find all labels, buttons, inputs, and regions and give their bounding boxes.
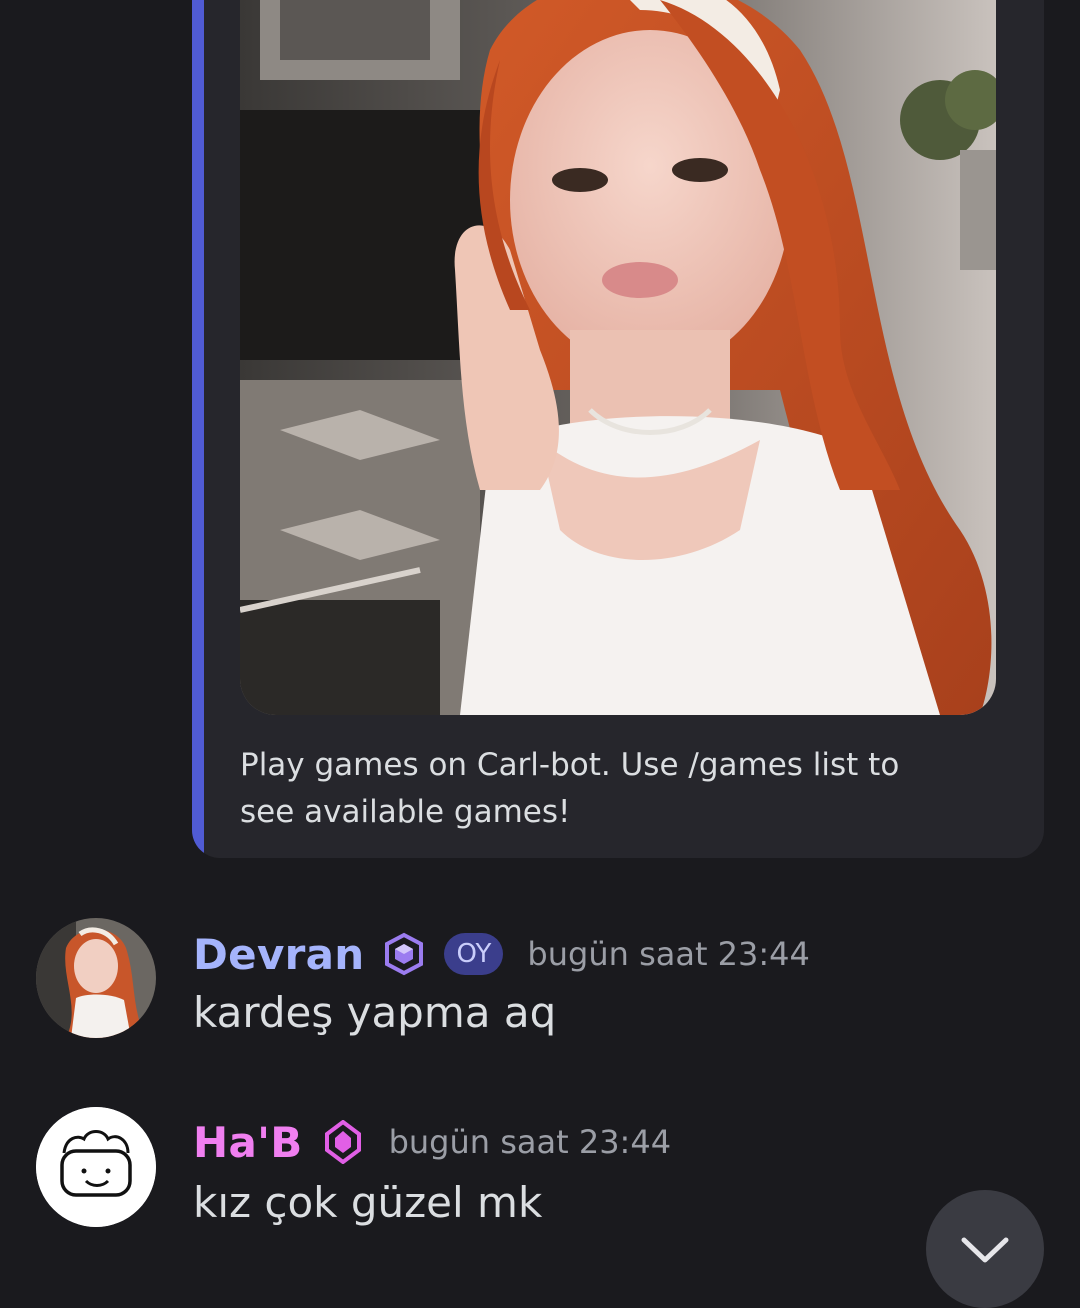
embed-accent-bar [192,0,204,858]
cube-role-icon[interactable] [382,932,426,976]
chevron-down-icon [961,1237,1009,1263]
message-header: Ha'B bugün saat 23:44 [193,1112,671,1172]
message-text: kız çok güzel mk [193,1178,543,1227]
embed-card: Play games on Carl-bot. Use /games list … [192,0,1044,858]
member-tag[interactable]: OY [444,933,504,975]
message-item[interactable]: Ha'B bugün saat 23:44 kız çok güzel mk [0,1090,1080,1240]
message-header: Devran OY bugün saat 23:44 [193,924,810,984]
gem-role-icon[interactable] [321,1119,365,1165]
embed-image[interactable] [240,0,996,715]
username[interactable]: Ha'B [193,1118,303,1167]
timestamp: bugün saat 23:44 [527,935,810,973]
message-text: kardeş yapma aq [193,988,557,1037]
embed-description: Play games on Carl-bot. Use /games list … [240,747,900,830]
timestamp: bugün saat 23:44 [388,1123,672,1161]
username[interactable]: Devran [193,930,364,979]
avatar[interactable] [36,1107,156,1227]
avatar[interactable] [36,918,156,1038]
message-item[interactable]: Devran OY bugün saat 23:44 kardeş yapma … [0,900,1080,1050]
scroll-to-bottom-button[interactable] [926,1190,1044,1308]
